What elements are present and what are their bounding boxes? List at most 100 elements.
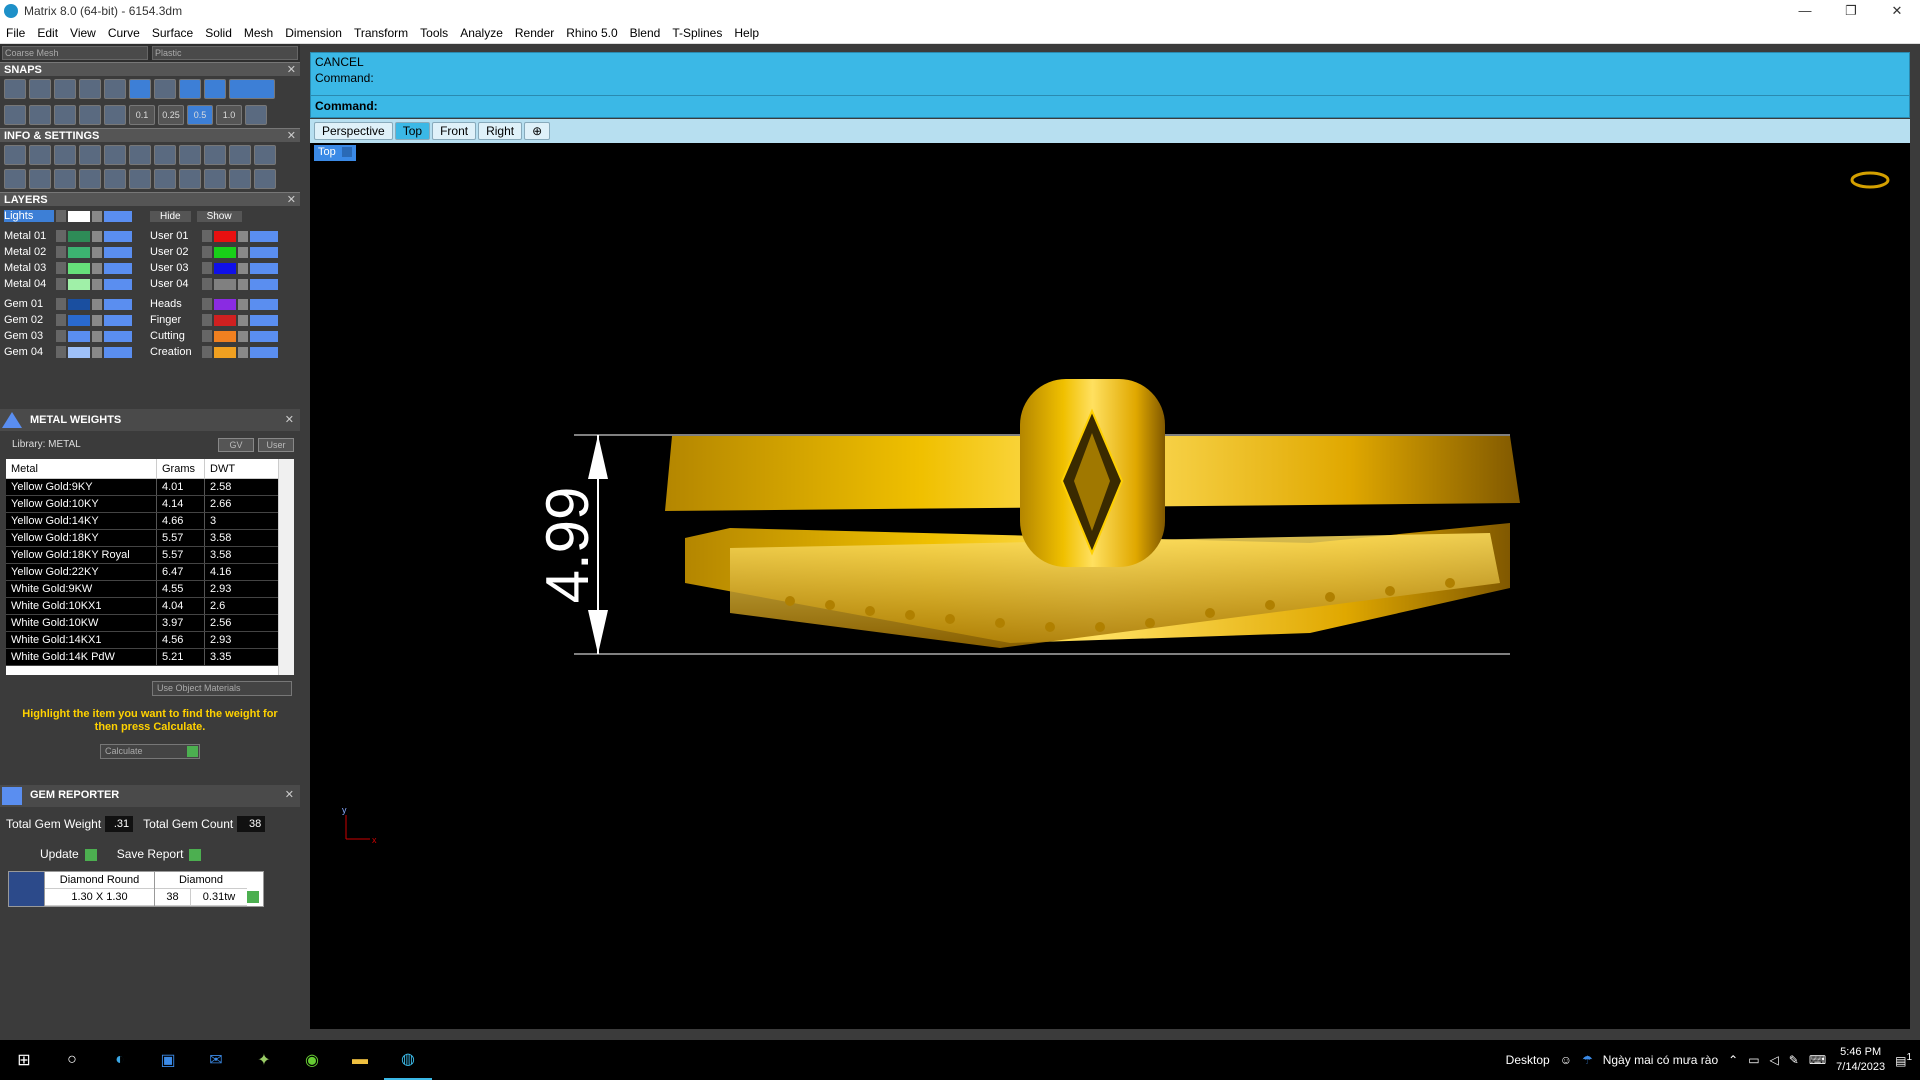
tab-top[interactable]: Top <box>394 122 431 140</box>
color-swatch[interactable] <box>214 314 236 326</box>
import-icon[interactable] <box>229 145 251 165</box>
chevron-up-icon[interactable]: ⌃ <box>1728 1053 1738 1067</box>
layer-gem-01[interactable]: Gem 01 <box>4 298 56 310</box>
color-swatch[interactable] <box>214 246 236 258</box>
visibility-toggle[interactable] <box>250 230 278 242</box>
visibility-toggle[interactable] <box>250 346 278 358</box>
grid-snap-icon[interactable] <box>245 105 267 125</box>
lock-icon[interactable] <box>238 278 248 290</box>
tab-right[interactable]: Right <box>478 122 523 140</box>
lights-layer[interactable]: Lights <box>4 210 54 222</box>
layer-heads[interactable]: Heads <box>150 298 202 310</box>
layer-user-01[interactable]: User 01 <box>150 230 202 242</box>
layer-finger[interactable]: Finger <box>150 314 202 326</box>
snap-tan-icon[interactable] <box>179 79 201 99</box>
column-grams[interactable]: Grams <box>156 459 204 478</box>
menu-transform[interactable]: Transform <box>348 26 414 40</box>
layer-gem-04[interactable]: Gem 04 <box>4 346 56 358</box>
layer-gem-03[interactable]: Gem 03 <box>4 330 56 342</box>
table-scrollbar[interactable] <box>278 459 294 675</box>
visibility-toggle[interactable] <box>250 314 278 326</box>
matrix-app-icon[interactable]: ◍ <box>384 1040 432 1080</box>
expand-icon[interactable] <box>202 346 212 358</box>
calculate-button[interactable]: Calculate <box>100 744 200 759</box>
expand-icon[interactable] <box>56 298 66 310</box>
osnap-icon[interactable] <box>79 105 101 125</box>
user-toggle[interactable]: User <box>258 438 294 452</box>
people-icon[interactable]: ☺ <box>1560 1053 1572 1067</box>
smarttrack-icon[interactable] <box>104 105 126 125</box>
menu-tsplines[interactable]: T-Splines <box>666 26 728 40</box>
mesh-select[interactable]: Coarse Mesh <box>2 46 148 60</box>
expand-icon[interactable] <box>56 346 66 358</box>
library-icon[interactable] <box>54 145 76 165</box>
expand-icon[interactable] <box>202 230 212 242</box>
layer-creation[interactable]: Creation <box>150 346 202 358</box>
lock-icon[interactable] <box>238 346 248 358</box>
expand-icon[interactable] <box>202 262 212 274</box>
color-swatch[interactable] <box>68 346 90 358</box>
color-swatch[interactable] <box>214 230 236 242</box>
network-icon[interactable]: ▭ <box>1748 1053 1759 1067</box>
layer-metal-04[interactable]: Metal 04 <box>4 278 56 290</box>
desktop-label[interactable]: Desktop <box>1506 1053 1550 1067</box>
material-select[interactable]: Plastic <box>152 46 298 60</box>
visibility-toggle[interactable] <box>104 246 132 258</box>
add-tab-icon[interactable]: ⊕ <box>524 122 551 140</box>
snap-cen-icon[interactable] <box>104 79 126 99</box>
clock[interactable]: 5:46 PM 7/14/2023 <box>1836 1045 1885 1075</box>
page-icon[interactable] <box>154 169 176 189</box>
table-row[interactable]: White Gold:14K PdW 5.21 3.35 <box>6 649 294 666</box>
lock-icon[interactable] <box>238 298 248 310</box>
menu-edit[interactable]: Edit <box>31 26 64 40</box>
expand-icon[interactable] <box>202 314 212 326</box>
table-row[interactable]: Yellow Gold:9KY 4.01 2.58 <box>6 479 294 496</box>
tree-icon[interactable] <box>129 169 151 189</box>
table-row[interactable]: White Gold:9KW 4.55 2.93 <box>6 581 294 598</box>
close-icon[interactable]: ✕ <box>287 129 296 143</box>
menu-analyze[interactable]: Analyze <box>454 26 509 40</box>
menu-mesh[interactable]: Mesh <box>238 26 279 40</box>
lock-icon[interactable] <box>92 278 102 290</box>
layer-metal-01[interactable]: Metal 01 <box>4 230 56 242</box>
expand-icon[interactable] <box>56 210 66 222</box>
color-swatch[interactable] <box>68 210 90 222</box>
table-row[interactable]: White Gold:10KX1 4.04 2.6 <box>6 598 294 615</box>
app-green-icon[interactable]: ◉ <box>288 1040 336 1080</box>
settings-icon[interactable] <box>4 145 26 165</box>
visibility-toggle[interactable] <box>250 278 278 290</box>
save-report-button[interactable]: Save Report <box>117 847 202 861</box>
color-swatch[interactable] <box>214 298 236 310</box>
search-icon[interactable]: ○ <box>48 1040 96 1080</box>
visibility-toggle[interactable] <box>250 330 278 342</box>
viewport-top[interactable]: Top 4.99 y x <box>310 143 1910 1029</box>
snap-mid-icon[interactable] <box>79 79 101 99</box>
table-row[interactable]: Yellow Gold:18KY 5.57 3.58 <box>6 530 294 547</box>
lock-icon[interactable] <box>92 246 102 258</box>
menu-file[interactable]: File <box>0 26 31 40</box>
menu-view[interactable]: View <box>64 26 102 40</box>
lock-icon[interactable] <box>92 298 102 310</box>
table-row[interactable]: Yellow Gold:10KY 4.14 2.66 <box>6 496 294 513</box>
visibility-toggle[interactable] <box>104 262 132 274</box>
visibility-toggle[interactable] <box>250 246 278 258</box>
render-icon[interactable] <box>179 145 201 165</box>
ortho-icon[interactable] <box>29 105 51 125</box>
color-swatch[interactable] <box>214 330 236 342</box>
close-icon[interactable]: ✕ <box>285 409 294 431</box>
cylinder-icon[interactable] <box>79 169 101 189</box>
layer-metal-02[interactable]: Metal 02 <box>4 246 56 258</box>
cube-icon[interactable] <box>79 145 101 165</box>
color-swatch[interactable] <box>68 330 90 342</box>
planar-icon[interactable] <box>54 105 76 125</box>
menu-dimension[interactable]: Dimension <box>279 26 348 40</box>
minimize-button[interactable]: — <box>1782 0 1828 22</box>
expand-icon[interactable] <box>56 330 66 342</box>
volume-icon[interactable]: ◁ <box>1770 1053 1779 1067</box>
table-row[interactable]: Yellow Gold:18KY Royal 5.57 3.58 <box>6 547 294 564</box>
hex-icon[interactable] <box>54 169 76 189</box>
snap-int-icon[interactable] <box>129 79 151 99</box>
color-swatch[interactable] <box>68 262 90 274</box>
lock-icon[interactable] <box>92 230 102 242</box>
expand-icon[interactable] <box>56 246 66 258</box>
